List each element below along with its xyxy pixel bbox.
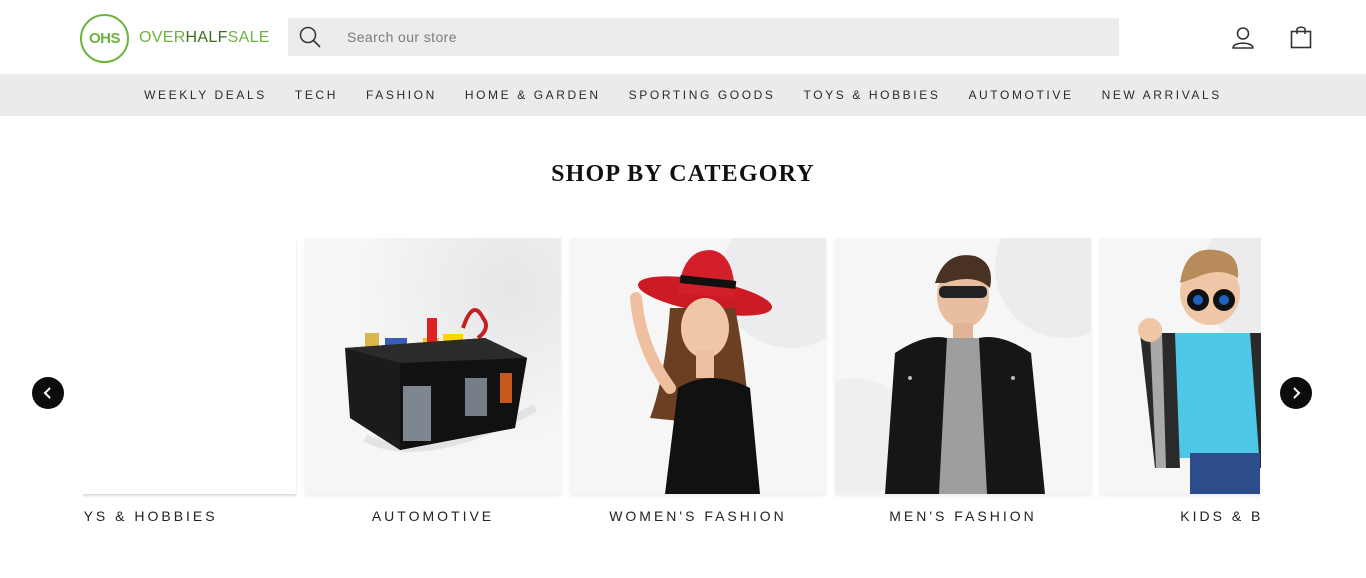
category-card-mens-fashion[interactable]: MEN'S FASHION [835, 238, 1091, 528]
woman-red-hat-image [570, 238, 826, 494]
trunk-organizer-image [305, 238, 561, 494]
site-logo[interactable]: OHS OVERHALFSALE [80, 13, 270, 63]
nav-item-weekly-deals[interactable]: WEEKLY DEALS [144, 88, 267, 102]
category-image [835, 238, 1091, 494]
logo-word-over: OVER [139, 29, 186, 46]
category-card-womens-fashion[interactable]: WOMEN'S FASHION [570, 238, 826, 528]
nav-item-tech[interactable]: TECH [295, 88, 338, 102]
chevron-right-icon [1293, 387, 1301, 399]
category-label: KIDS & BA [1180, 508, 1261, 524]
category-card-automotive[interactable]: AUTOMOTIVE [305, 238, 561, 528]
nav-item-home-garden[interactable]: HOME & GARDEN [465, 88, 601, 102]
category-image [570, 238, 826, 494]
category-label: TOYS & HOBBIES [83, 508, 218, 524]
user-icon[interactable] [1230, 25, 1256, 51]
nav-item-new-arrivals[interactable]: NEW ARRIVALS [1102, 88, 1222, 102]
carousel-next-button[interactable] [1280, 377, 1312, 409]
category-label: MEN'S FASHION [889, 508, 1037, 524]
site-header: OHS OVERHALFSALE [0, 0, 1366, 74]
nav-item-fashion[interactable]: FASHION [366, 88, 437, 102]
search-icon[interactable] [290, 18, 330, 56]
logo-word-sale: SALE [227, 29, 270, 46]
section-title: SHOP BY CATEGORY [551, 161, 815, 187]
category-image [305, 238, 561, 494]
nav-item-automotive[interactable]: AUTOMOTIVE [968, 88, 1073, 102]
category-card-kids-baby[interactable]: KIDS & BA [1100, 238, 1261, 528]
category-label: WOMEN'S FASHION [609, 508, 787, 524]
logo-word-half: HALF [185, 29, 228, 46]
category-image [1100, 238, 1261, 494]
logo-wordmark: OVERHALFSALE [139, 29, 270, 47]
main-nav: WEEKLY DEALS TECH FASHION HOME & GARDEN … [0, 74, 1366, 116]
kid-sunglasses-image [1100, 238, 1261, 494]
logo-mark: OHS [80, 13, 129, 63]
category-card-toys-hobbies[interactable]: TOYS & HOBBIES [83, 238, 296, 528]
logo-mark-text: OHS [88, 29, 121, 47]
carousel-prev-button[interactable] [32, 377, 64, 409]
category-label: AUTOMOTIVE [371, 508, 495, 524]
category-image [83, 238, 296, 494]
chevron-left-icon [43, 387, 51, 399]
category-carousel: TOYS & HOBBIES [83, 236, 1261, 536]
man-leather-jacket-image [835, 238, 1091, 494]
nav-item-toys-hobbies[interactable]: TOYS & HOBBIES [804, 88, 941, 102]
nav-item-sporting-goods[interactable]: SPORTING GOODS [629, 88, 776, 102]
search-bar [288, 18, 1119, 56]
search-input[interactable] [347, 29, 1047, 45]
shopping-bag-icon[interactable] [1288, 24, 1314, 50]
